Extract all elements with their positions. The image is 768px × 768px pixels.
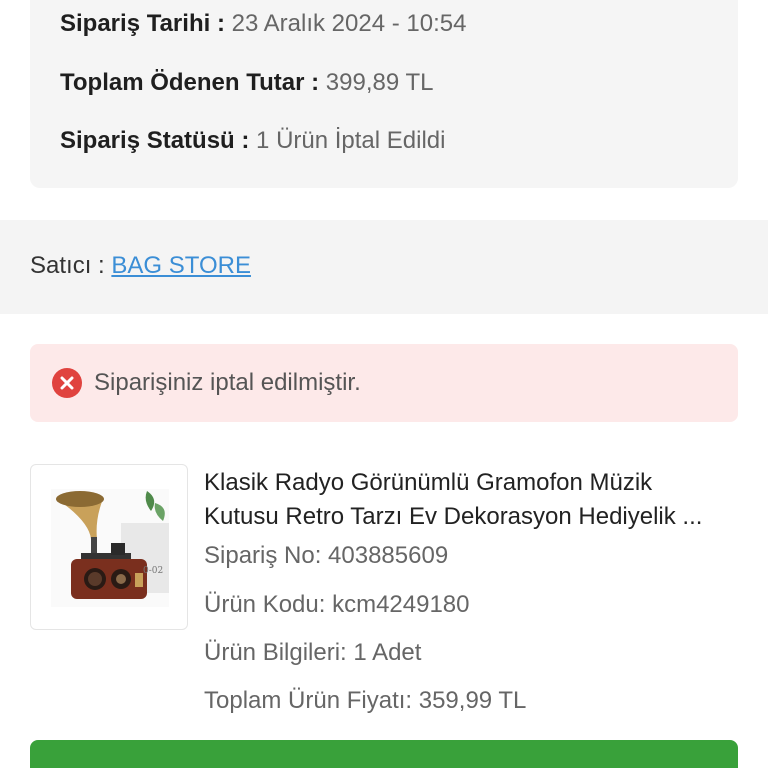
product-code: Ürün Kodu: kcm4249180 — [204, 591, 470, 618]
product-title[interactable]: Klasik Radyo Görünümlü Gramofon Müzik Ku… — [204, 466, 738, 534]
seller-name-link[interactable]: BAG STORE — [111, 252, 251, 279]
alert-message: Siparişiniz iptal edilmiştir. — [94, 369, 361, 396]
svg-text:0-02: 0-02 — [143, 566, 163, 576]
order-total-row: Toplam Ödenen Tutar : 399,89 TL — [60, 69, 433, 97]
product-image[interactable]: 0-02 — [30, 464, 188, 630]
seller-section: Satıcı : BAG STORE — [0, 220, 768, 314]
product-title-line2: Kutusu Retro Tarzı Ev Dekorasyon Hediyel… — [204, 503, 703, 530]
seller-row: Satıcı : BAG STORE — [30, 252, 251, 280]
order-date-value: 23 Aralık 2024 - 10:54 — [231, 10, 467, 37]
order-total-label: Toplam Ödenen Tutar : — [60, 69, 320, 96]
order-status-label: Sipariş Statüsü : — [60, 127, 250, 154]
order-status-value: 1 Ürün İptal Edildi — [256, 127, 446, 154]
order-date-label: Sipariş Tarihi : — [60, 10, 225, 37]
order-date-row: Sipariş Tarihi : 23 Aralık 2024 - 10:54 — [60, 10, 466, 38]
order-number: Sipariş No: 403885609 — [204, 542, 449, 569]
order-status-row: Sipariş Statüsü : 1 Ürün İptal Edildi — [60, 127, 445, 155]
order-summary-card: Sipariş Tarihi : 23 Aralık 2024 - 10:54 … — [30, 0, 738, 188]
order-total-value: 399,89 TL — [325, 69, 434, 96]
product-info: Ürün Bilgileri: 1 Adet — [204, 639, 422, 666]
product-total-price: Toplam Ürün Fiyatı: 359,99 TL — [204, 687, 527, 714]
cancel-alert: Siparişiniz iptal edilmiştir. — [30, 344, 738, 422]
gramophone-product-image: 0-02 — [51, 489, 169, 607]
seller-label: Satıcı : — [30, 252, 105, 279]
error-x-icon — [52, 368, 82, 398]
product-title-line1: Klasik Radyo Görünümlü Gramofon Müzik — [204, 469, 653, 496]
primary-action-button[interactable] — [30, 740, 738, 768]
